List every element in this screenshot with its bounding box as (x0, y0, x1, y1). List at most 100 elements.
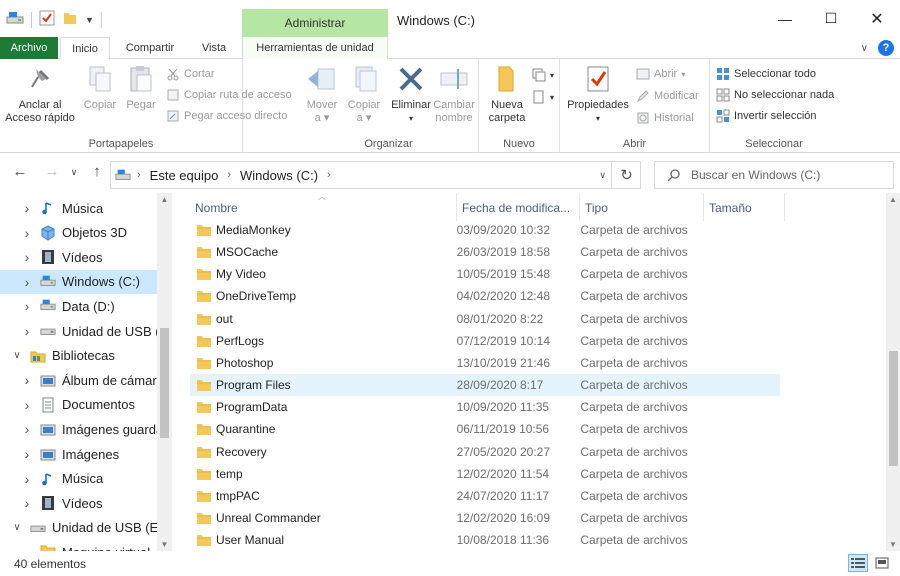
up-button[interactable]: ↑ (86, 163, 108, 183)
table-row[interactable]: Recovery 27/05/2020 20:27 Carpeta de archi… (190, 441, 780, 463)
paste-button[interactable]: Pegar (122, 63, 160, 112)
scroll-up-icon[interactable]: ▲ (157, 195, 172, 204)
properties-button[interactable]: Propiedades ▾ (566, 63, 630, 125)
tab-vista[interactable]: Vista (192, 37, 236, 59)
table-row[interactable]: tmpPAC 24/07/2020 11:17 Carpeta de archivo… (190, 485, 780, 507)
scrollbar-thumb[interactable] (889, 351, 898, 466)
select-all-button[interactable]: Seleccionar todo (716, 64, 816, 84)
column-header-tipo[interactable]: Tipo (580, 193, 704, 221)
tab-compartir[interactable]: Compartir (116, 37, 184, 59)
recent-locations-button[interactable]: ∨ (63, 167, 85, 187)
chevron-right-icon[interactable]: › (20, 225, 34, 241)
nav-item[interactable]: Maquina virtual (0, 540, 157, 551)
back-button[interactable]: ← (9, 163, 31, 183)
minimize-button[interactable]: — (762, 0, 808, 37)
chevron-right-icon[interactable]: › (20, 323, 34, 339)
address-bar[interactable]: › Este equipo › Windows (C:) › ∨ (110, 161, 641, 189)
chevron-right-icon[interactable]: › (20, 274, 34, 290)
table-row[interactable]: User Manual 10/08/2018 11:36 Carpeta de ar… (190, 529, 780, 551)
nav-item[interactable]: › Música (0, 467, 157, 491)
nav-item[interactable]: › Vídeos (0, 245, 157, 269)
search-box[interactable] (654, 161, 894, 189)
ribbon-collapse-icon[interactable]: ∨ (861, 43, 868, 54)
nav-item[interactable]: › Data (D:) (0, 294, 157, 318)
history-button[interactable]: Historial (636, 108, 694, 128)
file-list-scrollbar[interactable]: ▲ ▼ (886, 193, 900, 551)
address-dropdown-icon[interactable]: ∨ (599, 170, 606, 181)
rename-button[interactable]: Cambiar nombre (432, 63, 476, 125)
easy-access-button[interactable]: ▾ (532, 87, 554, 107)
drive-icon[interactable] (6, 11, 24, 28)
nav-item[interactable]: › Documentos (0, 393, 157, 417)
invert-selection-button[interactable]: Invertir selección (716, 106, 817, 126)
table-row[interactable]: OneDriveTemp 04/02/2020 12:48 Carpeta de a… (190, 285, 780, 307)
table-row[interactable]: out 08/01/2020 8:22 Carpeta de archivos (190, 308, 780, 330)
refresh-button[interactable]: ↻ (611, 161, 641, 189)
nav-item[interactable]: › Imágenes guarda (0, 417, 157, 441)
chevron-right-icon[interactable]: › (20, 200, 34, 216)
table-row[interactable]: Quarantine 06/11/2019 10:56 Carpeta de arc… (190, 418, 780, 440)
chevron-right-icon[interactable]: › (20, 372, 34, 388)
qat-dropdown-icon[interactable]: ▼ (85, 15, 94, 25)
maximize-button[interactable]: ☐ (808, 0, 854, 37)
chevron-right-icon[interactable]: › (20, 298, 34, 314)
table-row[interactable]: PerfLogs 07/12/2019 10:14 Carpeta de archi… (190, 330, 780, 352)
nav-item[interactable]: › Música (0, 196, 157, 220)
scroll-up-icon[interactable]: ▲ (886, 195, 900, 204)
navigation-scrollbar[interactable]: ▲ ▼ (157, 193, 172, 551)
chevron-down-icon[interactable]: ∨ (10, 522, 24, 533)
breadcrumb-este-equipo[interactable]: Este equipo (150, 168, 219, 183)
open-button[interactable]: Abrir ▾ (636, 64, 685, 84)
breadcrumb-windows-c[interactable]: Windows (C:) (240, 168, 318, 183)
help-icon[interactable]: ? (878, 40, 894, 56)
move-to-button[interactable]: Mover a ▾ (302, 63, 342, 125)
table-row[interactable]: Program Files 28/09/2020 8:17 Carpeta de a… (190, 374, 780, 397)
chevron-right-icon[interactable]: › (20, 249, 34, 265)
details-view-button[interactable] (848, 554, 868, 572)
new-item-button[interactable]: ▾ (532, 65, 554, 85)
select-none-button[interactable]: No seleccionar nada (716, 85, 834, 105)
nav-item[interactable]: ∨ Unidad de USB (E:) (0, 516, 157, 540)
pin-quick-access-button[interactable]: Anclar al Acceso rápido (4, 63, 76, 125)
nav-item[interactable]: › Windows (C:) (0, 269, 157, 294)
chevron-right-icon[interactable]: › (20, 471, 34, 487)
table-row[interactable]: MediaMonkey 03/09/2020 10:32 Carpeta de ar… (190, 219, 780, 241)
properties-check-icon[interactable] (39, 10, 55, 29)
chevron-right-icon[interactable]: › (20, 421, 34, 437)
scroll-down-icon[interactable]: ▼ (157, 540, 172, 549)
tab-archivo[interactable]: Archivo (0, 37, 58, 59)
chevron-right-icon[interactable]: › (20, 397, 34, 413)
edit-button[interactable]: Modificar (636, 86, 699, 106)
nav-item[interactable]: › Vídeos (0, 491, 157, 515)
forward-button[interactable]: → (41, 163, 63, 183)
close-button[interactable]: ✕ (854, 0, 900, 37)
column-header-tamano[interactable]: Tamaño (704, 193, 785, 221)
table-row[interactable]: ProgramData 10/09/2020 11:35 Carpeta de ar… (190, 396, 780, 418)
large-icons-view-button[interactable] (872, 554, 892, 572)
column-header-fecha[interactable]: Fecha de modifica... (457, 193, 580, 221)
chevron-down-icon[interactable]: ∨ (10, 350, 24, 361)
table-row[interactable]: MSOCache 26/03/2019 18:58 Carpeta de archi… (190, 241, 780, 263)
nav-item[interactable]: › Álbum de cámara (0, 368, 157, 392)
tab-herramientas-de-unidad[interactable]: Herramientas de unidad (242, 37, 388, 59)
new-folder-button[interactable]: Nueva carpeta (484, 63, 530, 125)
scroll-down-icon[interactable]: ▼ (886, 540, 900, 549)
scrollbar-thumb[interactable] (160, 328, 169, 438)
table-row[interactable]: temp 12/02/2020 11:54 Carpeta de archivos (190, 463, 780, 485)
table-row[interactable]: Photoshop 13/10/2019 21:46 Carpeta de arch… (190, 352, 780, 374)
copy-to-button[interactable]: Copiar a ▾ (344, 63, 384, 125)
nav-item[interactable]: ∨ Bibliotecas (0, 344, 157, 368)
search-input[interactable] (691, 168, 891, 182)
delete-button[interactable]: Eliminar ▾ (390, 63, 432, 125)
table-row[interactable]: My Video 10/05/2019 15:48 Carpeta de archi… (190, 263, 780, 285)
copy-button[interactable]: Copiar (80, 63, 120, 112)
nav-item[interactable]: › Imágenes (0, 442, 157, 466)
chevron-right-icon[interactable]: › (20, 495, 34, 511)
column-header-nombre[interactable]: Nombre (190, 193, 457, 221)
chevron-right-icon[interactable]: › (20, 446, 34, 462)
table-row[interactable]: Unreal Commander 12/02/2020 16:09 Carpeta … (190, 507, 780, 529)
nav-item[interactable]: › Unidad de USB (E (0, 319, 157, 343)
cut-button[interactable]: Cortar (166, 64, 215, 84)
tab-inicio[interactable]: Inicio (60, 37, 110, 60)
new-folder-icon[interactable] (62, 10, 78, 29)
